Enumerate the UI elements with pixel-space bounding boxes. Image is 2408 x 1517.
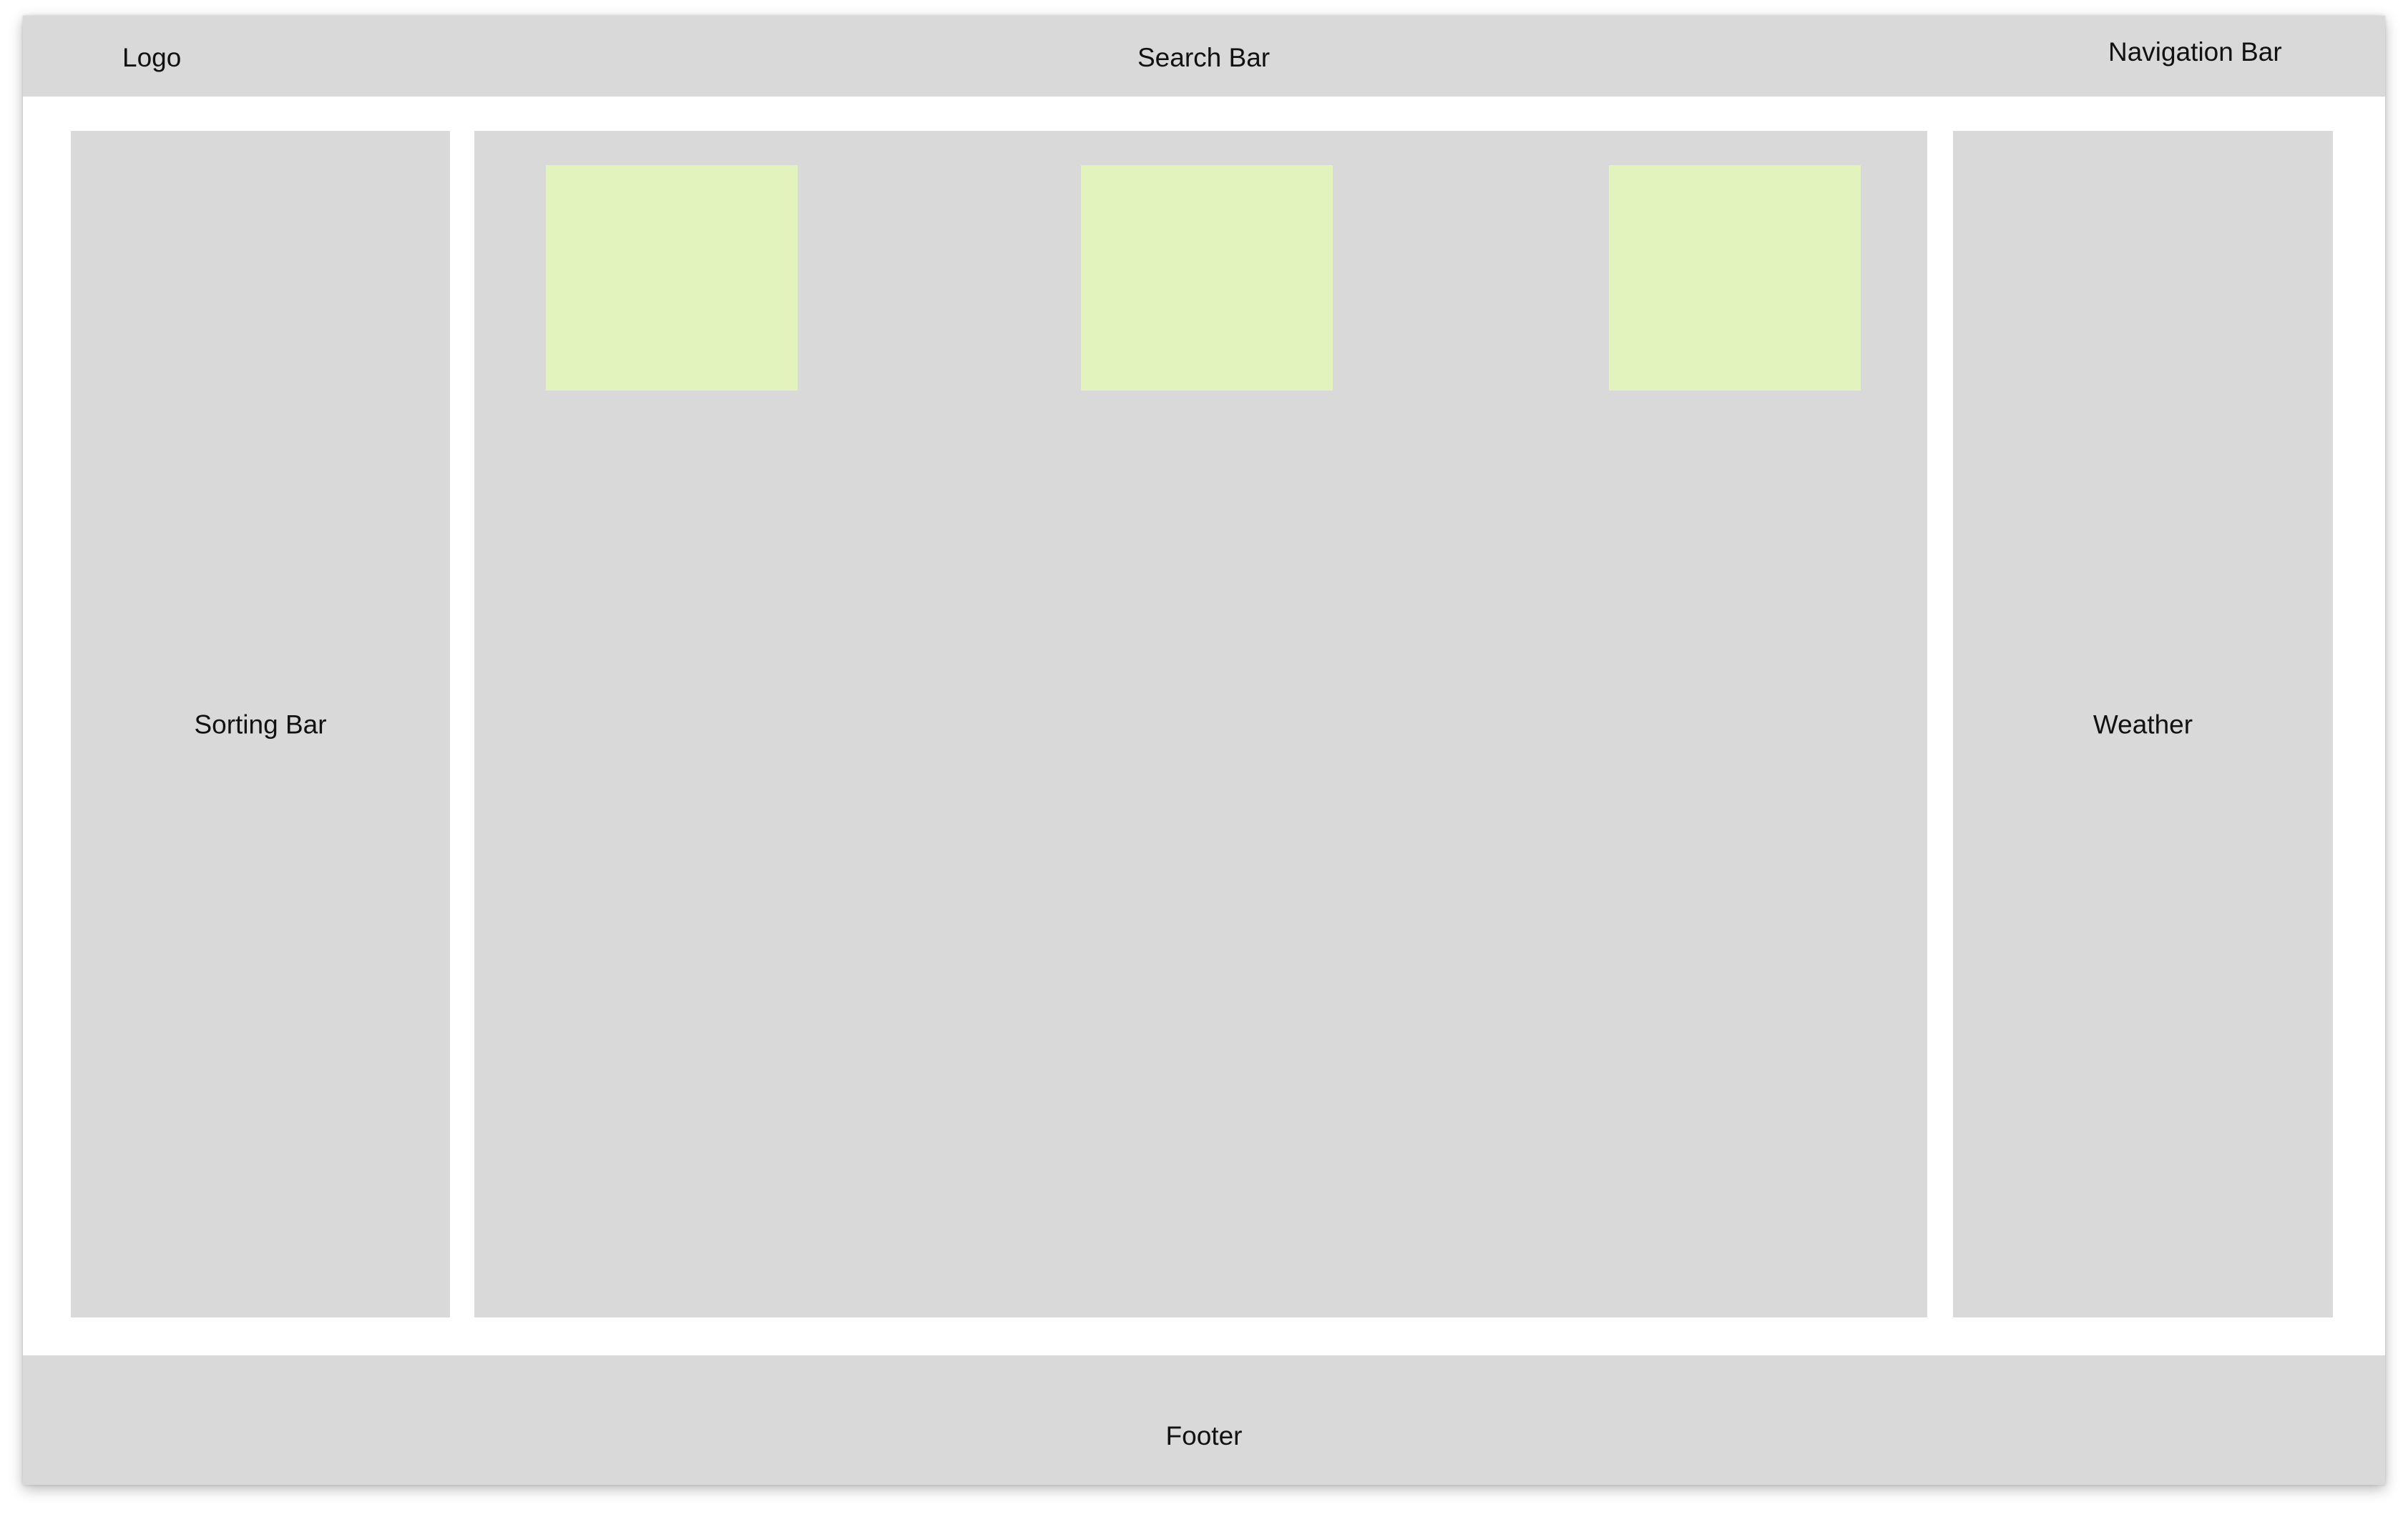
header: Logo Search Bar Navigation Bar bbox=[23, 16, 2385, 97]
content-card[interactable] bbox=[546, 165, 798, 391]
wireframe-frame: Logo Search Bar Navigation Bar Sorting B… bbox=[23, 16, 2385, 1485]
weather-panel: Weather bbox=[1953, 131, 2333, 1317]
footer: Footer bbox=[23, 1355, 2385, 1485]
navigation-bar[interactable]: Navigation Bar bbox=[2108, 39, 2282, 65]
sorting-bar[interactable]: Sorting Bar bbox=[71, 131, 450, 1317]
search-bar[interactable]: Search Bar bbox=[1137, 44, 1270, 71]
sorting-bar-label: Sorting Bar bbox=[194, 710, 327, 739]
weather-label: Weather bbox=[2093, 710, 2193, 739]
logo[interactable]: Logo bbox=[122, 44, 181, 71]
main-content bbox=[474, 131, 1927, 1317]
content-card[interactable] bbox=[1081, 165, 1333, 391]
content-card[interactable] bbox=[1609, 165, 1861, 391]
footer-label: Footer bbox=[1165, 1421, 1243, 1450]
